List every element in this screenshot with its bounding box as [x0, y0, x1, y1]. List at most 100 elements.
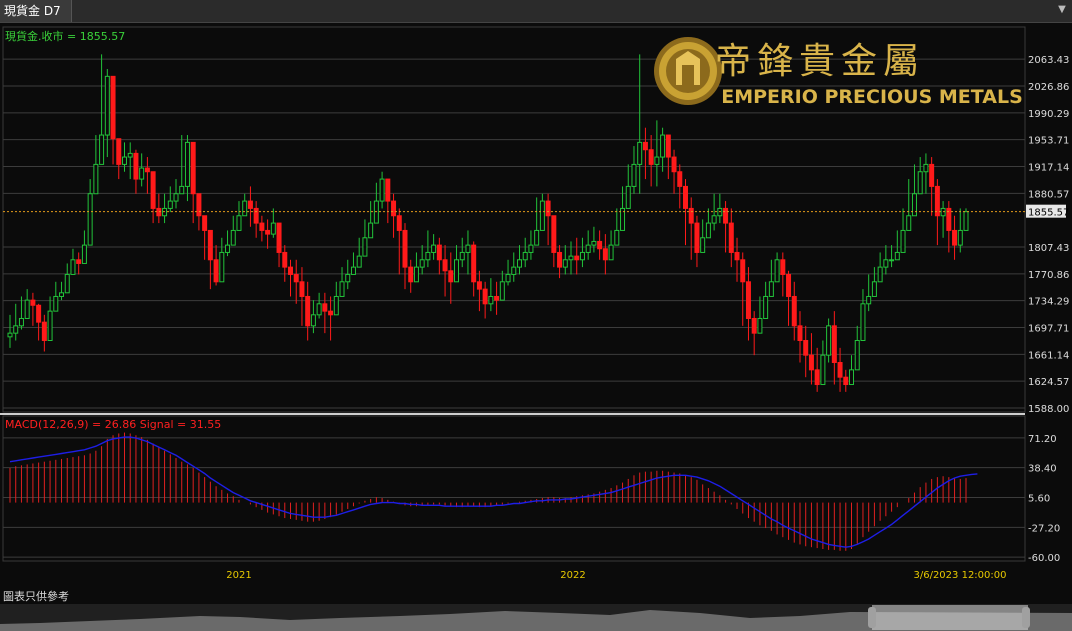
candle-body [482, 288, 488, 305]
macd-tick-label: -27.20 [1028, 523, 1060, 534]
candle-body [894, 251, 900, 261]
candle-body [711, 215, 717, 224]
price-tick-label: 2063.43 [1028, 55, 1069, 66]
candle-body [116, 138, 122, 165]
price-tick-label: 1953.71 [1028, 136, 1069, 147]
date-tick-label: 3/6/2023 12:00:00 [913, 570, 1006, 581]
navigator-svg [0, 605, 1072, 631]
macd-tick-label: -60.00 [1028, 553, 1060, 564]
candle-body [854, 339, 860, 371]
candle-body [476, 281, 482, 290]
logo-english-name: EMPERIO PRECIOUS METALS [721, 86, 1023, 108]
navigator-left-handle[interactable] [868, 607, 876, 628]
candle-body [585, 244, 591, 253]
candle-body [139, 167, 145, 180]
candle-body [757, 317, 763, 334]
candle-body [408, 266, 414, 283]
candle-body [494, 295, 500, 301]
candle-body [333, 295, 339, 316]
candle-body [963, 211, 969, 231]
macd-legend: MACD(12,26,9) = 26.86 Signal = 31.55 [5, 418, 221, 431]
date-axis: 2021 2022 3/6/2023 12:00:00 [226, 570, 1006, 581]
price-axis: 2063.43 2026.86 1990.29 1953.71 1917.14 1880.… [1028, 55, 1069, 415]
candle-body [368, 222, 374, 239]
candle-body [745, 281, 751, 319]
candle-body [688, 207, 694, 224]
candle-body [459, 251, 465, 261]
chart-window: { "window": {"tab_title": "現貨金 D7", "men… [0, 0, 1072, 631]
candle-body [127, 152, 133, 158]
candle-body [150, 171, 156, 209]
candle-body [557, 251, 563, 268]
candle-body [448, 270, 454, 283]
candle-body [516, 259, 522, 268]
candle-body [923, 163, 929, 173]
candle-body [253, 207, 259, 224]
navigator-right-handle[interactable] [1022, 607, 1030, 628]
candle-body [597, 240, 603, 250]
candle-body [345, 273, 351, 283]
candle-body [768, 281, 774, 297]
price-tick-label: 1697.71 [1028, 324, 1069, 335]
candle-body [952, 229, 958, 246]
candle-body [803, 339, 809, 356]
candle-body [64, 273, 70, 294]
candle-body [305, 295, 311, 327]
price-tick-label: 1770.86 [1028, 270, 1069, 281]
candle-body [534, 229, 540, 246]
candle-body [173, 193, 179, 202]
candle-body [121, 156, 127, 165]
candle-body [831, 325, 837, 364]
candle-body [213, 259, 219, 283]
candle-body [207, 229, 213, 261]
candle-body [849, 369, 855, 386]
candle-body [814, 369, 820, 386]
candle-body [889, 259, 895, 262]
candle-body [843, 376, 849, 386]
candle-body [471, 244, 477, 283]
candle-body [276, 222, 282, 253]
candle-body [41, 321, 47, 341]
candle-body [522, 251, 528, 261]
price-tick-label: 1624.57 [1028, 377, 1069, 388]
date-tick-label: 2022 [560, 570, 585, 581]
price-tick-label: 1661.14 [1028, 350, 1069, 361]
candle-body [219, 251, 225, 283]
candle-body [602, 248, 608, 261]
candle-body [774, 259, 780, 283]
last-price-value: 1855.57 [1028, 208, 1069, 219]
candle-body [316, 303, 322, 316]
candle-body [763, 295, 769, 319]
candle-body [184, 141, 190, 187]
candle-body [539, 200, 545, 231]
candle-body [339, 281, 345, 297]
candle-body [242, 200, 248, 217]
candle-body [579, 251, 585, 261]
candle-body [728, 222, 734, 253]
candle-body [104, 75, 110, 136]
candle-body [350, 266, 356, 275]
candle-body [133, 152, 139, 180]
price-tick-label: 1588.00 [1028, 404, 1069, 415]
candle-body [310, 314, 316, 327]
triangle-down-icon[interactable]: ▼ [1056, 4, 1068, 16]
time-navigator[interactable] [0, 604, 1072, 631]
candle-body [917, 171, 923, 195]
candle-body [59, 292, 65, 297]
candle-body [574, 255, 580, 261]
candle-body [70, 259, 76, 275]
candle-body [431, 244, 437, 253]
candle-body [740, 259, 746, 283]
chart-tab[interactable]: 現貨金 D7 [0, 0, 72, 22]
candle-body [391, 200, 397, 217]
candle-body [797, 325, 803, 341]
navigator-window[interactable] [872, 605, 1028, 630]
candle-body [665, 134, 671, 158]
candle-body [99, 134, 105, 165]
candle-body [259, 222, 265, 231]
candle-body [196, 193, 202, 217]
candle-body [362, 237, 368, 257]
candle-body [413, 266, 419, 283]
candle-body [608, 244, 614, 261]
candle-body [270, 222, 276, 235]
